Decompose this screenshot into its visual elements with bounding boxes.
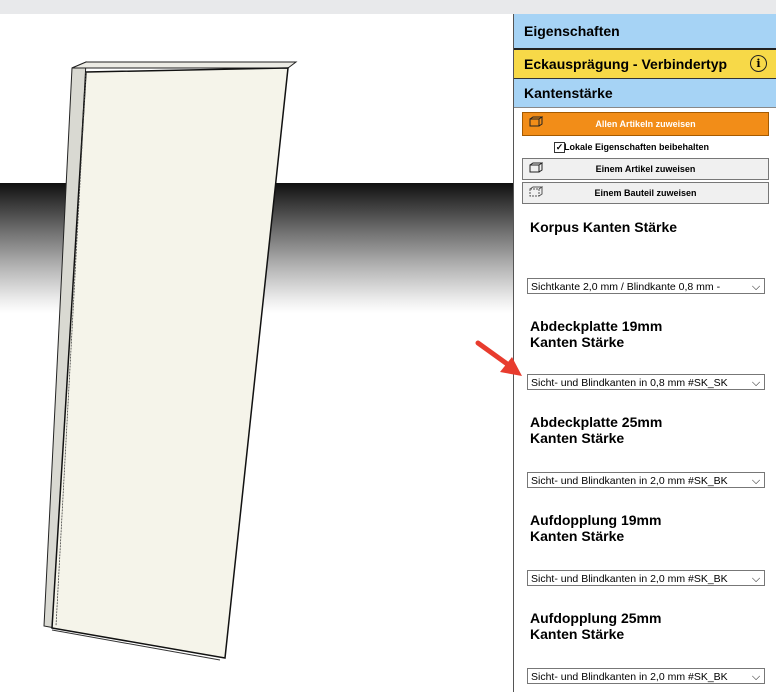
abdeckplatte-25-value: Sicht- und Blindkanten in 2,0 mm #SK_BK [531, 475, 728, 487]
info-circle-icon[interactable]: i [750, 55, 767, 72]
korpus-edge-value: Sichtkante 2,0 mm / Blindkante 0,8 mm - [531, 281, 721, 293]
assign-all-articles-label: Allen Artikeln zuweisen [595, 119, 696, 129]
aufdopplung-19-value: Sicht- und Blindkanten in 2,0 mm #SK_BK [531, 573, 728, 585]
abdeckplatte-19-label: Abdeckplatte 19mm Kanten Stärke [530, 318, 663, 350]
properties-panel: Eigenschaften Eckausprägung - Verbindert… [513, 14, 776, 692]
abdeckplatte-19-value: Sicht- und Blindkanten in 0,8 mm #SK_SK [531, 377, 728, 389]
korpus-edge-label: Korpus Kanten Stärke [530, 219, 678, 235]
properties-header: Eigenschaften [514, 14, 776, 48]
abdeckplatte-25-select[interactable]: Sicht- und Blindkanten in 2,0 mm #SK_BK … [527, 472, 765, 488]
aufdopplung-25-label: Aufdopplung 25mm Kanten Stärke [530, 610, 662, 642]
aufdopplung-19-select[interactable]: Sicht- und Blindkanten in 2,0 mm #SK_BK … [527, 570, 765, 586]
connector-type-label: Eckausprägung - Verbindertyp [524, 56, 728, 72]
abdeckplatte-25-label: Abdeckplatte 25mm Kanten Stärke [530, 414, 663, 446]
3d-viewport[interactable] [0, 0, 513, 692]
panel-front-face [51, 67, 289, 659]
aufdopplung-19-label: Aufdopplung 19mm Kanten Stärke [530, 512, 662, 544]
chevron-down-icon[interactable]: ⌵ [750, 375, 762, 389]
keep-local-properties-checkbox[interactable]: ✓ Lokale Eigenschaften beibehalten [514, 136, 776, 158]
connector-type-bar[interactable]: Eckausprägung - Verbindertyp i [514, 48, 776, 79]
checkbox-checked-icon[interactable]: ✓ [554, 142, 565, 153]
korpus-edge-select[interactable]: Sichtkante 2,0 mm / Blindkante 0,8 mm - … [527, 278, 765, 294]
chevron-down-icon[interactable]: ⌵ [750, 473, 762, 487]
assign-one-part-button[interactable]: Einem Bauteil zuweisen [522, 182, 769, 204]
keep-local-properties-label: Lokale Eigenschaften beibehalten [564, 142, 710, 152]
aufdopplung-25-select[interactable]: Sicht- und Blindkanten in 2,0 mm #SK_BK … [527, 668, 765, 684]
cabinet-icon [529, 186, 543, 197]
assign-all-articles-button[interactable]: Allen Artikeln zuweisen [522, 112, 769, 136]
panel-3d-model[interactable] [0, 0, 513, 692]
assign-one-article-label: Einem Artikel zuweisen [595, 164, 696, 174]
assign-one-part-label: Einem Bauteil zuweisen [594, 188, 697, 198]
section-edge-thickness: Kantenstärke [514, 79, 776, 108]
chevron-down-icon[interactable]: ⌵ [750, 669, 762, 683]
cabinet-icon [529, 162, 543, 173]
chevron-down-icon[interactable]: ⌵ [750, 279, 762, 293]
chevron-down-icon[interactable]: ⌵ [750, 571, 762, 585]
cabinet-icon [529, 116, 543, 127]
aufdopplung-25-value: Sicht- und Blindkanten in 2,0 mm #SK_BK [531, 671, 728, 683]
panel-top-edge [71, 61, 298, 69]
abdeckplatte-19-select[interactable]: Sicht- und Blindkanten in 0,8 mm #SK_SK … [527, 374, 765, 390]
assign-one-article-button[interactable]: Einem Artikel zuweisen [522, 158, 769, 180]
